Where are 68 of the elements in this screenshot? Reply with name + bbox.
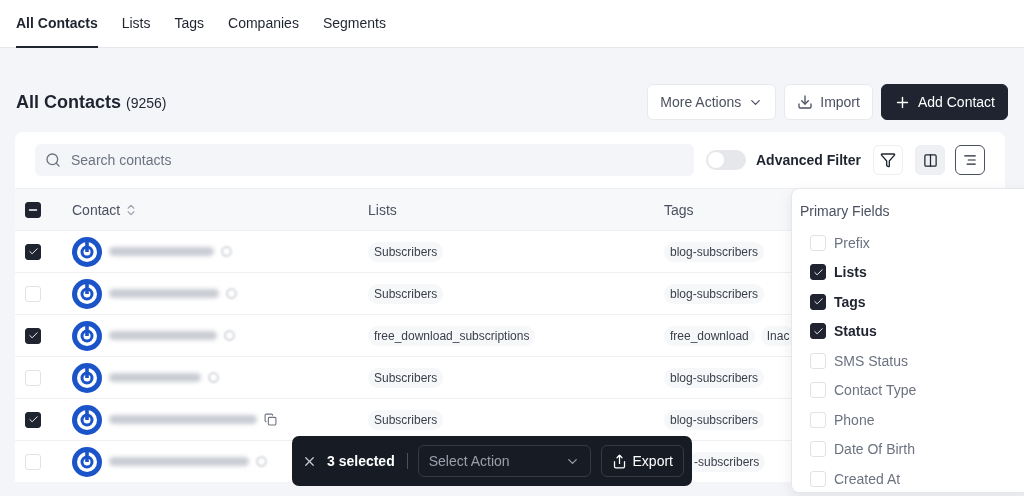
list-tag: Subscribers [368,409,444,430]
avatar-icon [72,278,102,309]
row-checkbox[interactable] [25,327,41,344]
more-actions-button[interactable]: More Actions [647,84,777,120]
row-checkbox[interactable] [25,411,41,428]
nav-tab[interactable]: Tags [174,0,205,48]
list-tag: Subscribers [368,283,444,304]
tag-label: blog-subscribers [664,283,765,304]
avatar-icon [72,236,102,267]
field-option[interactable]: Phone [800,405,1022,435]
nav-tab[interactable]: All Contacts [16,0,98,48]
tag-label: blog-subscribers [664,409,765,430]
field-option[interactable]: SMS Status [800,346,1022,376]
field-option[interactable]: Lists [800,257,1022,287]
page-title: All Contacts [16,91,121,113]
field-option[interactable]: Prefix [800,228,1022,258]
list-tag: Subscribers [368,241,444,262]
field-option[interactable]: Status [800,316,1022,346]
field-checkbox[interactable] [810,323,826,340]
advanced-filter-label: Advanced Filter [755,152,861,168]
avatar-icon [72,404,102,435]
avatar-icon [72,446,102,477]
columns-icon [922,152,938,168]
copy-icon[interactable] [264,413,277,426]
check-icon [27,330,39,341]
check-icon [27,246,39,257]
density-button[interactable] [955,145,985,175]
field-option[interactable]: Date Of Birth [800,434,1022,464]
column-header: Lists [368,201,397,218]
field-option[interactable]: Created At [800,464,1022,494]
list-tag: Subscribers [368,367,444,388]
tag-label: blog-subscribers [664,367,765,388]
filter-button[interactable] [873,145,903,175]
list-tag: free_download_subscriptions [368,325,536,346]
selected-count: 3 selected [327,453,408,469]
check-icon [812,266,824,278]
search-input[interactable]: Search contacts [69,151,684,169]
avatar-icon [72,362,102,393]
row-checkbox[interactable] [25,243,41,260]
menu-section-title: Primary Fields [800,203,891,219]
nav-tab[interactable]: Lists [121,0,151,48]
advanced-filter-toggle[interactable] [705,150,746,170]
contact-count: (9256) [126,94,167,111]
field-checkbox[interactable] [810,264,826,281]
field-checkbox[interactable] [810,293,826,310]
check-icon [27,414,39,425]
column-header: Tags [664,201,694,218]
column-header: Contact [72,201,139,218]
avatar-icon [72,320,102,351]
nav-tab[interactable]: Companies [228,0,299,48]
export-icon [611,453,627,469]
tag-label: blog-subscribers [664,241,765,262]
download-icon [797,94,814,110]
lines-icon [963,153,977,167]
field-option[interactable]: Contact Type [800,375,1022,405]
field-option[interactable]: Tags [800,287,1022,317]
add-contact-button[interactable]: Add Contact [880,84,1008,120]
check-icon [812,325,824,337]
funnel-icon [880,152,896,168]
tag-label: free_download [664,325,755,346]
action-select[interactable]: Select Action [417,445,591,477]
select-all-checkbox[interactable] [25,201,41,218]
search-icon [45,152,61,168]
nav-tab[interactable]: Segments [322,0,386,48]
columns-button[interactable] [915,145,945,175]
import-button[interactable]: Import [784,84,873,120]
search-field[interactable]: Search contacts [35,144,694,176]
export-button[interactable]: Export [600,445,684,477]
